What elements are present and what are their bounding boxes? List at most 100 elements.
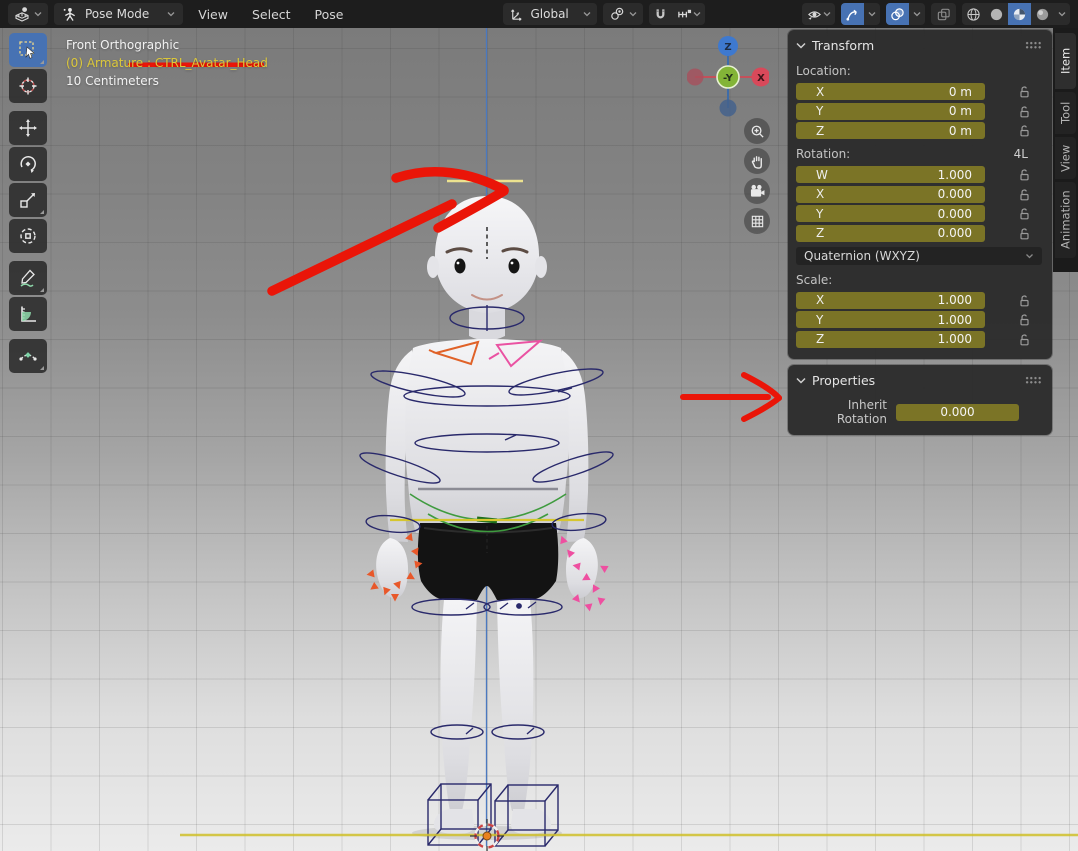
tool-rotate[interactable]	[9, 147, 47, 181]
snap-toggle[interactable]	[649, 3, 672, 25]
lock-icon[interactable]	[1016, 168, 1032, 181]
overlays-dropdown[interactable]	[909, 3, 925, 25]
lock-icon[interactable]	[1016, 294, 1032, 307]
chevron-down-icon	[693, 11, 701, 17]
toggle-ortho-button[interactable]	[744, 208, 770, 234]
blender-window: Pose Mode View Select Pose Global	[0, 0, 1078, 851]
tool-measure[interactable]	[9, 297, 47, 331]
transform-orientation-dropdown[interactable]: Global	[503, 3, 596, 25]
shading-modes-group	[962, 3, 1070, 25]
shading-wireframe-button[interactable]	[962, 3, 985, 25]
chevron-down-icon	[823, 11, 831, 17]
rotation-section-label: Rotation: 4L	[796, 147, 1042, 161]
shading-dropdown[interactable]	[1054, 3, 1070, 25]
visibility-eye-icon	[806, 7, 823, 22]
panel-drag-grip[interactable]	[1025, 41, 1042, 49]
mode-dropdown[interactable]: Pose Mode	[54, 3, 183, 25]
rotation-lock-badge: 4L	[1014, 147, 1028, 161]
gizmos-group	[841, 3, 880, 25]
shading-material-button[interactable]	[1008, 3, 1031, 25]
rotation-z-field[interactable]: Z0.000	[796, 225, 985, 242]
overlays-group	[886, 3, 925, 25]
tab-view[interactable]: View	[1055, 137, 1076, 179]
snap-increment-icon	[676, 7, 693, 22]
tool-pose-breakdowner[interactable]	[9, 339, 47, 373]
gizmos-dropdown[interactable]	[864, 3, 880, 25]
lock-icon[interactable]	[1016, 188, 1032, 201]
scale-y-row: Y1.000	[796, 311, 1042, 328]
menu-pose[interactable]: Pose	[306, 3, 353, 26]
lock-icon[interactable]	[1016, 85, 1032, 98]
tab-item[interactable]: Item	[1055, 33, 1076, 89]
location-z-field[interactable]: Z0 m	[796, 122, 985, 139]
pose-figure-icon	[62, 7, 77, 22]
inherit-rotation-row: Inherit Rotation 0.000	[796, 398, 1042, 426]
transform-panel: Transform Location: X0 m Y0 m Z0 m Rotat…	[788, 30, 1052, 359]
wireframe-sphere-icon	[966, 7, 981, 22]
lock-icon[interactable]	[1016, 124, 1032, 137]
show-overlays-toggle[interactable]	[886, 3, 909, 25]
editor-type-button[interactable]	[8, 3, 48, 25]
inherit-rotation-field[interactable]: 0.000	[896, 404, 1019, 421]
tab-animation[interactable]: Animation	[1055, 182, 1076, 258]
transform-panel-header[interactable]: Transform	[796, 34, 1042, 56]
rotation-y-field[interactable]: Y0.000	[796, 205, 985, 222]
shading-rendered-button[interactable]	[1031, 3, 1054, 25]
tool-annotate[interactable]	[9, 261, 47, 295]
chevron-down-icon	[34, 11, 42, 17]
lock-icon[interactable]	[1016, 105, 1032, 118]
rotation-mode-dropdown[interactable]: Quaternion (WXYZ)	[796, 247, 1042, 265]
location-y-field[interactable]: Y0 m	[796, 103, 985, 120]
axis-negx-ball[interactable]	[687, 69, 704, 86]
location-x-field[interactable]: X0 m	[796, 83, 985, 100]
navigation-axis-gizmo[interactable]: Z -Y X	[687, 33, 769, 119]
location-section-label: Location:	[796, 64, 1042, 78]
axes-icon	[509, 7, 524, 22]
lock-icon[interactable]	[1016, 207, 1032, 220]
chevron-down-icon	[583, 11, 591, 17]
scale-z-row: Z1.000	[796, 331, 1042, 348]
visibility-group	[802, 3, 835, 25]
solid-sphere-icon	[989, 7, 1004, 22]
axis-negy-label: -Y	[723, 73, 734, 84]
scale-z-field[interactable]: Z1.000	[796, 331, 985, 348]
lock-icon[interactable]	[1016, 333, 1032, 346]
inherit-rotation-label: Inherit Rotation	[796, 398, 896, 426]
magnet-icon	[653, 7, 668, 22]
properties-panel-header[interactable]: Properties	[796, 369, 1042, 391]
scale-y-field[interactable]: Y1.000	[796, 311, 985, 328]
panel-title: Transform	[812, 38, 874, 53]
tool-transform[interactable]	[9, 219, 47, 253]
properties-panel: Properties Inherit Rotation 0.000	[788, 365, 1052, 435]
pan-button[interactable]	[744, 148, 770, 174]
show-gizmos-toggle[interactable]	[841, 3, 864, 25]
tab-tool[interactable]: Tool	[1055, 92, 1076, 134]
object-visibility-dropdown[interactable]	[802, 3, 835, 25]
tool-move[interactable]	[9, 111, 47, 145]
sidebar-tab-strip: Item Tool View Animation	[1053, 28, 1078, 272]
tool-cursor[interactable]	[9, 69, 47, 103]
snap-target-dropdown[interactable]	[672, 3, 705, 25]
pivot-point-dropdown[interactable]	[603, 3, 643, 25]
location-y-row: Y0 m	[796, 103, 1042, 120]
tool-scale[interactable]	[9, 183, 47, 217]
scale-x-field[interactable]: X1.000	[796, 292, 985, 309]
shading-solid-button[interactable]	[985, 3, 1008, 25]
lock-icon[interactable]	[1016, 313, 1032, 326]
chevron-down-icon	[629, 11, 637, 17]
rotation-x-row: X0.000	[796, 186, 1042, 203]
gizmo-arrow-icon	[845, 7, 860, 22]
menu-view[interactable]: View	[189, 3, 237, 26]
rotation-w-field[interactable]: W1.000	[796, 166, 985, 183]
camera-view-button[interactable]	[744, 178, 770, 204]
panel-drag-grip[interactable]	[1025, 376, 1042, 384]
menu-select[interactable]: Select	[243, 3, 300, 26]
xray-toggle[interactable]	[931, 3, 956, 25]
zoom-button[interactable]	[744, 118, 770, 144]
axis-negz-ball[interactable]	[720, 100, 737, 117]
tool-tweak-select[interactable]	[9, 33, 47, 67]
lock-icon[interactable]	[1016, 227, 1032, 240]
rotation-x-field[interactable]: X0.000	[796, 186, 985, 203]
panel-expand-chevron-icon	[796, 377, 806, 384]
rendered-sphere-icon	[1035, 7, 1050, 22]
